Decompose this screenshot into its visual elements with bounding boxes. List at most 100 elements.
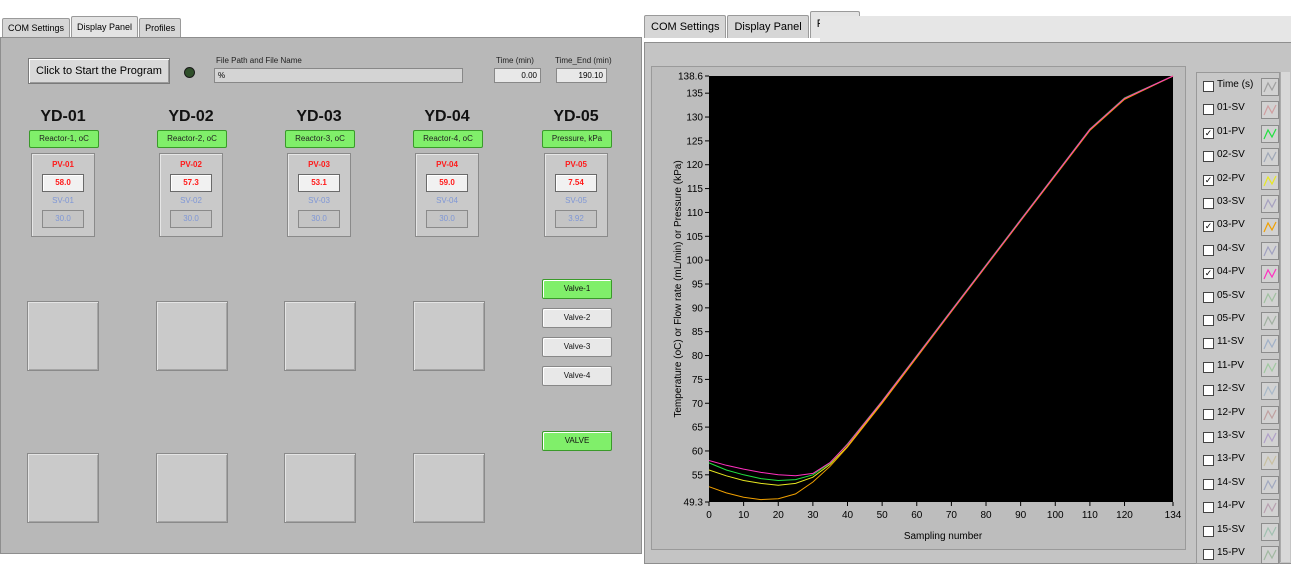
plot-style-swatch[interactable] <box>1261 265 1279 284</box>
valve-2-button[interactable]: Valve-2 <box>542 308 612 328</box>
y-tick-label: 55 <box>692 470 704 481</box>
legend-item[interactable]: ✓ 01-PV <box>1203 124 1279 143</box>
plot-style-swatch[interactable] <box>1261 78 1279 96</box>
pv-label: PV-01 <box>52 160 74 169</box>
plot-style-swatch[interactable] <box>1261 358 1279 377</box>
file-path-field[interactable]: % <box>214 68 463 83</box>
plot-style-swatch[interactable] <box>1261 218 1279 237</box>
legend-item[interactable]: 12-PV <box>1203 405 1279 424</box>
plot-style-swatch[interactable] <box>1261 405 1279 424</box>
plot-style-swatch[interactable] <box>1261 124 1279 143</box>
legend-item[interactable]: 01-SV <box>1203 101 1279 120</box>
plot-style-swatch[interactable] <box>1261 382 1279 401</box>
plot-style-swatch[interactable] <box>1261 241 1279 260</box>
legend-checkbox[interactable] <box>1203 198 1214 209</box>
y-tick-label: 125 <box>686 136 703 147</box>
valve-3-button[interactable]: Valve-3 <box>542 337 612 357</box>
plot-style-swatch[interactable] <box>1261 335 1279 354</box>
sv-value[interactable]: 3.92 <box>555 210 597 228</box>
legend-checkbox[interactable] <box>1203 502 1214 514</box>
legend-item[interactable]: 11-SV <box>1203 335 1279 354</box>
legend-checkbox[interactable] <box>1203 81 1214 92</box>
legend-item[interactable]: 03-SV <box>1203 195 1279 213</box>
legend-item[interactable]: 14-SV <box>1203 475 1279 494</box>
sv-value[interactable]: 30.0 <box>170 210 212 228</box>
sv-value[interactable]: 30.0 <box>42 210 84 228</box>
legend-item[interactable]: 15-SV <box>1203 522 1279 541</box>
legend-checkbox[interactable] <box>1203 455 1214 467</box>
plot-style-swatch[interactable] <box>1261 452 1279 471</box>
plot-style-swatch[interactable] <box>1261 288 1279 307</box>
legend-label: 13-PV <box>1217 453 1245 465</box>
time-end-label: Time_End (min) <box>555 56 612 65</box>
legend-item[interactable]: 11-PV <box>1203 358 1279 377</box>
y-tick-label: 105 <box>686 232 703 243</box>
legend-checkbox[interactable] <box>1203 549 1214 560</box>
right-tab-display-panel[interactable]: Display Panel <box>727 15 809 38</box>
status-led <box>184 67 195 78</box>
plot-style-swatch[interactable] <box>1261 171 1279 190</box>
legend-item[interactable]: 12-SV <box>1203 382 1279 401</box>
legend-item[interactable]: 05-SV <box>1203 288 1279 307</box>
legend-checkbox[interactable] <box>1203 408 1214 420</box>
legend-checkbox[interactable] <box>1203 315 1214 326</box>
start-program-button[interactable]: Click to Start the Program <box>28 58 170 84</box>
left-tab-com-settings[interactable]: COM Settings <box>2 18 71 38</box>
legend-checkbox[interactable] <box>1203 338 1214 350</box>
left-tab-display-panel[interactable]: Display Panel <box>71 16 139 38</box>
empty-indicator <box>413 301 485 371</box>
legend-label: 12-SV <box>1217 383 1245 395</box>
valve-4-button[interactable]: Valve-4 <box>542 366 612 386</box>
legend-checkbox[interactable] <box>1203 478 1214 490</box>
valve-1-button[interactable]: Valve-1 <box>542 279 612 299</box>
plot-style-swatch[interactable] <box>1261 429 1279 447</box>
y-tick-label: 110 <box>687 208 703 219</box>
right-tab-com-settings[interactable]: COM Settings <box>644 15 727 38</box>
legend-checkbox[interactable]: ✓ <box>1203 174 1214 186</box>
x-tick-label: 20 <box>773 510 785 521</box>
left-tab-profiles[interactable]: Profiles <box>139 18 182 38</box>
legend-item[interactable]: 13-SV <box>1203 429 1279 447</box>
plot-style-swatch[interactable] <box>1261 546 1279 564</box>
pv-value: 7.54 <box>555 174 597 192</box>
legend-item[interactable]: ✓ 02-PV <box>1203 171 1279 190</box>
time-end-field[interactable]: 190.10 <box>556 68 607 83</box>
plot-style-swatch[interactable] <box>1261 522 1279 541</box>
legend-item[interactable]: ✓ 04-PV <box>1203 265 1279 284</box>
plot-style-swatch[interactable] <box>1261 101 1279 120</box>
time-label: Time (min) <box>496 56 534 65</box>
legend-item[interactable]: ✓ 03-PV <box>1203 218 1279 237</box>
plot-style-swatch[interactable] <box>1261 312 1279 330</box>
legend-checkbox[interactable] <box>1203 104 1214 116</box>
legend-item[interactable]: 14-PV <box>1203 499 1279 518</box>
legend-label: 15-SV <box>1217 523 1245 535</box>
legend-checkbox[interactable] <box>1203 244 1214 256</box>
legend-item[interactable]: 05-PV <box>1203 312 1279 330</box>
legend-checkbox[interactable] <box>1203 291 1214 303</box>
legend-item[interactable]: 15-PV <box>1203 546 1279 564</box>
pv-value: 59.0 <box>426 174 468 192</box>
legend-item[interactable]: 02-SV <box>1203 148 1279 167</box>
unit-label-reactor-4: Reactor-4, oC <box>413 130 483 148</box>
legend-checkbox[interactable] <box>1203 151 1214 163</box>
legend-checkbox[interactable]: ✓ <box>1203 127 1214 139</box>
legend-checkbox[interactable] <box>1203 432 1214 443</box>
plot-style-swatch[interactable] <box>1261 499 1279 518</box>
legend-checkbox[interactable] <box>1203 361 1214 373</box>
legend-item[interactable]: Time (s) <box>1203 78 1279 96</box>
legend-checkbox[interactable] <box>1203 385 1214 397</box>
x-tick-label: 80 <box>980 510 992 521</box>
valve-main-button[interactable]: VALVE <box>542 431 612 451</box>
sv-value[interactable]: 30.0 <box>426 210 468 228</box>
x-tick-label: 134 <box>1165 510 1182 521</box>
plot-style-swatch[interactable] <box>1261 475 1279 494</box>
legend-checkbox[interactable]: ✓ <box>1203 268 1214 280</box>
legend-item[interactable]: 04-SV <box>1203 241 1279 260</box>
legend-checkbox[interactable] <box>1203 525 1214 537</box>
plot-style-swatch[interactable] <box>1261 148 1279 167</box>
legend-item[interactable]: 13-PV <box>1203 452 1279 471</box>
legend-checkbox[interactable]: ✓ <box>1203 221 1214 233</box>
plot-style-swatch[interactable] <box>1261 195 1279 213</box>
legend-scrollbar[interactable] <box>1280 72 1290 562</box>
sv-value[interactable]: 30.0 <box>298 210 340 228</box>
